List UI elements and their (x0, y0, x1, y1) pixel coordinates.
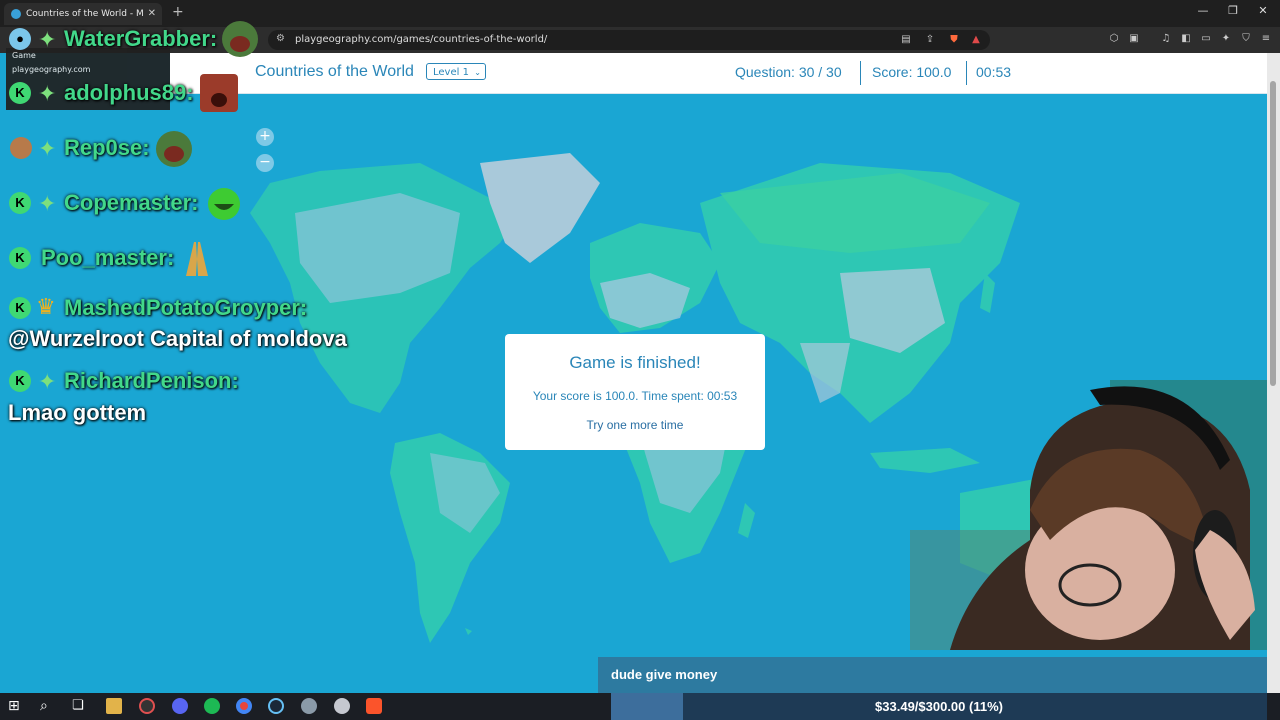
cookie-badge-icon (10, 137, 32, 159)
game-finished-dialog: Game is finished! Your score is 100.0. T… (505, 334, 765, 450)
app-icon[interactable] (301, 698, 317, 714)
app-icon[interactable] (334, 698, 350, 714)
game-header: Countries of the World Level 1 ⌄ Questio… (170, 53, 1267, 94)
vpn-icon[interactable]: ⛉ (1240, 33, 1252, 45)
webcam-feed (910, 380, 1267, 650)
minimize-icon[interactable]: — (1193, 4, 1213, 17)
site-settings-icon[interactable]: ⚙ (276, 33, 285, 44)
taskbar: ⊞ ⌕ ❏ $33.49/$300.00 (11%) (0, 693, 1280, 720)
laughing-green-emote (208, 188, 240, 220)
share-icon[interactable]: ⇪ (924, 34, 936, 46)
kick-badge-icon: K (9, 192, 31, 214)
kick-badge-icon: K (9, 247, 31, 269)
url-field[interactable]: ⚙ playgeography.com/games/countries-of-t… (268, 30, 990, 50)
chat-username: MashedPotatoGroyper: (64, 295, 308, 320)
url-text: playgeography.com/games/countries-of-the… (295, 34, 548, 45)
new-tab-icon[interactable]: + (172, 4, 184, 20)
level-select-value: Level 1 (433, 67, 469, 78)
screaming-frog-emote (156, 131, 192, 167)
extensions-icon[interactable]: ⬡ (1108, 33, 1120, 45)
menu-icon[interactable]: ≡ (1260, 33, 1272, 45)
chat-message: Lmao gottem (8, 400, 147, 425)
kick-badge-icon: K (9, 297, 31, 319)
start-icon[interactable]: ⊞ (8, 698, 24, 714)
score-display: Score: 100.0 (872, 64, 952, 80)
discord-icon[interactable] (172, 698, 188, 714)
sparkle-badge-icon: ✦ (38, 28, 57, 53)
browser-tab[interactable]: Countries of the World - Map Qu ✕ (4, 3, 162, 25)
screaming-frog-emote (222, 21, 258, 57)
leo-ai-icon[interactable]: ✦ (1220, 33, 1232, 45)
sparkle-badge-icon: ✦ (38, 192, 57, 217)
try-again-button[interactable]: Try one more time (505, 418, 765, 432)
sparkle-badge-icon: ✦ (38, 82, 57, 107)
tooltip-url: playgeography.com (12, 65, 91, 74)
zoom-in-button[interactable]: + (256, 128, 274, 146)
file-explorer-icon[interactable] (106, 698, 122, 714)
wallet-icon[interactable]: ▭ (1200, 33, 1212, 45)
sidebar-icon[interactable]: ◧ (1180, 33, 1192, 45)
zoom-out-button[interactable]: − (256, 154, 274, 172)
question-counter: Question: 30 / 30 (735, 64, 842, 80)
dialog-heading: Game is finished! (569, 353, 701, 372)
task-view-icon[interactable]: ❏ (72, 698, 88, 714)
chat-username: adolphus89: (64, 80, 194, 105)
search-icon[interactable]: ⌕ (40, 698, 56, 714)
restore-icon[interactable]: ❐ (1223, 4, 1243, 17)
brave-rewards-icon[interactable]: ▲ (970, 34, 982, 46)
divider (860, 61, 861, 85)
page-scrollbar[interactable] (1267, 53, 1280, 693)
chat-username: Rep0se: (64, 135, 150, 160)
crown-badge-icon: ♛ (36, 295, 56, 320)
donation-message-bar: dude give money (598, 657, 1267, 693)
chat-username: RichardPenison: (64, 368, 239, 393)
close-tab-icon[interactable]: ✕ (148, 3, 156, 25)
screenshot-icon[interactable]: ▣ (1128, 33, 1140, 45)
chat-username: Poo_master: (41, 245, 175, 270)
brave-icon[interactable] (366, 698, 382, 714)
game-title[interactable]: Countries of the World (255, 63, 414, 81)
sparkle-badge-icon: ✦ (38, 370, 57, 395)
level-select[interactable]: Level 1 ⌄ (426, 63, 486, 80)
chevron-down-icon: ⌄ (474, 68, 481, 77)
donation-message: dude give money (611, 667, 718, 682)
dialog-summary: Your score is 100.0. Time spent: 00:53 (532, 389, 738, 403)
steam-icon[interactable] (268, 698, 284, 714)
obs-icon[interactable] (139, 698, 155, 714)
close-window-icon[interactable]: ✕ (1253, 4, 1273, 17)
tab-title: Countries of the World - Map Qu (26, 9, 144, 19)
chrome-icon[interactable] (236, 698, 252, 714)
chat-username: WaterGrabber: (64, 26, 218, 51)
tooltip-title: Game (12, 51, 36, 60)
sparkle-badge-icon: ✦ (38, 137, 57, 162)
donation-goal-text: $33.49/$300.00 (11%) (875, 699, 1003, 714)
brave-shield-icon[interactable]: ⛊ (948, 34, 960, 46)
media-icon[interactable]: ♫ (1160, 33, 1172, 45)
chat-message: @Wurzelroot Capital of moldova (8, 326, 347, 351)
scrollbar-thumb[interactable] (1270, 81, 1276, 386)
timer-display: 00:53 (976, 64, 1012, 80)
browser-tab-bar: Countries of the World - Map Qu ✕ + — ❐ … (0, 0, 1280, 27)
kick-badge-icon: K (9, 82, 31, 104)
divider (966, 61, 967, 85)
globe-badge-icon: ● (9, 28, 31, 50)
kick-badge-icon: K (9, 370, 31, 392)
globe-icon (11, 9, 21, 19)
spotify-icon[interactable] (204, 698, 220, 714)
shouting-man-emote (200, 74, 238, 112)
reader-mode-icon[interactable]: ▤ (900, 34, 912, 46)
chat-username: Copemaster: (64, 190, 199, 215)
praying-hands-emote (186, 242, 208, 276)
